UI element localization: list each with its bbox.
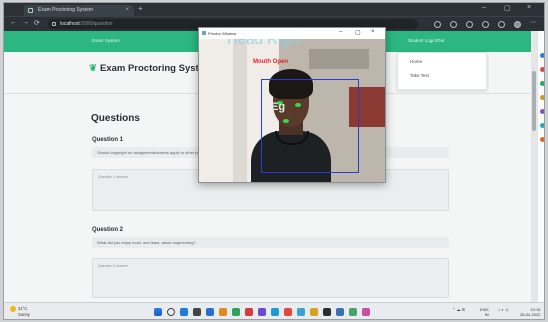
extensions-icon[interactable]: [498, 21, 505, 28]
dropdown-item-home[interactable]: Home: [398, 53, 486, 67]
collections-icon[interactable]: [482, 21, 489, 28]
minimize-button[interactable]: –: [482, 4, 486, 11]
close-window-button[interactable]: ×: [527, 4, 531, 11]
taskbar-app-icon[interactable]: [362, 308, 370, 316]
window-app-icon: [202, 31, 206, 35]
brand-title: Exam Proctoring System: [99, 63, 213, 74]
sidebar-app-icon[interactable]: [540, 53, 544, 58]
weather-widget[interactable]: 31°C Sunny: [10, 306, 30, 317]
leaf-icon: ❦: [89, 63, 97, 74]
tab-close-icon[interactable]: ×: [125, 5, 129, 16]
new-tab-button[interactable]: +: [138, 4, 143, 13]
forward-button[interactable]: →: [22, 19, 29, 26]
head-pose-overlay-text: Head Right: [227, 39, 303, 48]
taskbar-app-icon[interactable]: [323, 308, 331, 316]
camera-window-titlebar[interactable]: Proctor Window – ▢ ×: [199, 28, 385, 39]
tray-icons[interactable]: ⌃ ☁ ✉: [452, 307, 465, 312]
info-icon[interactable]: [52, 22, 56, 26]
nav-dropdown-menu: Home Take Test: [397, 52, 487, 90]
favorites-icon[interactable]: [466, 21, 473, 28]
nav-exam-system[interactable]: Exam System: [92, 38, 120, 43]
background-shelf: [309, 49, 369, 69]
taskbar-app-icon[interactable]: [258, 308, 266, 316]
face-detection-box: [261, 79, 359, 173]
taskbar-app-icon[interactable]: [336, 308, 344, 316]
taskbar-app-icon[interactable]: [206, 308, 214, 316]
tray-region: IN: [484, 312, 489, 317]
taskbar-app-icon[interactable]: [232, 308, 240, 316]
answer-textarea[interactable]: Question 2 answer: [92, 258, 449, 298]
more-menu-icon[interactable]: ⋯: [530, 19, 537, 26]
taskbar-app-icon[interactable]: [180, 308, 188, 316]
camera-window-title: Proctor Window: [208, 31, 237, 36]
search-icon[interactable]: [167, 308, 175, 316]
profile-avatar-icon[interactable]: [514, 21, 521, 28]
url-host: localhost: [60, 21, 80, 27]
camera-minimize-button[interactable]: –: [339, 29, 342, 35]
taskbar-app-icon[interactable]: [310, 308, 318, 316]
page-title: Questions: [91, 113, 140, 124]
browser-tab[interactable]: Exam Proctoring System ×: [24, 5, 134, 16]
camera-maximize-button[interactable]: ▢: [355, 29, 361, 36]
weather-temp: 31°C: [18, 306, 28, 312]
camera-close-button[interactable]: ×: [371, 29, 375, 35]
extension-icon[interactable]: [450, 21, 457, 28]
taskbar-app-icon[interactable]: [284, 308, 292, 316]
sidebar-app-icon[interactable]: [540, 123, 544, 128]
maximize-button[interactable]: ▢: [504, 4, 511, 12]
site-favicon-icon: [28, 8, 33, 13]
tab-title: Exam Proctoring System: [38, 7, 94, 13]
clock-date: 28-04-2022: [520, 312, 541, 317]
start-button[interactable]: [154, 308, 162, 316]
face-overlay-text: Eg: [271, 101, 286, 113]
screen: Exam Proctoring System × + – ▢ × ← → ⟳ l…: [3, 2, 545, 320]
taskbar-app-icon[interactable]: [219, 308, 227, 316]
site-brand[interactable]: ❦ Exam Proctoring System: [89, 63, 212, 74]
nav-student-login[interactable]: Student Login/Out: [408, 38, 444, 43]
background-pillar: [233, 39, 247, 182]
language-indicator[interactable]: ENG IN: [480, 307, 489, 317]
browser-sidebar: [537, 31, 544, 302]
question-label: Question 1: [92, 137, 124, 143]
sidebar-app-icon[interactable]: [540, 67, 544, 72]
sidebar-app-icon[interactable]: [540, 95, 544, 100]
extension-icon[interactable]: [434, 21, 441, 28]
clock[interactable]: 10:15 28-04-2022: [520, 307, 540, 317]
taskbar-app-icon[interactable]: [193, 308, 201, 316]
url-path: :5000/question: [79, 21, 113, 27]
back-button[interactable]: ←: [10, 19, 17, 26]
weather-desc: Sunny: [18, 312, 30, 317]
dropdown-item-take-test[interactable]: Take Test: [398, 67, 486, 81]
webcam-feed: Head Right Mouth Open Eg: [199, 39, 385, 182]
mouth-status-overlay-text: Mouth Open: [253, 59, 288, 65]
taskbar-app-icon[interactable]: [297, 308, 305, 316]
sidebar-app-icon[interactable]: [540, 137, 544, 142]
question-text: What did you enjoy most, and least, abou…: [92, 237, 449, 248]
taskbar-app-icon[interactable]: [349, 308, 357, 316]
windows-taskbar: 31°C Sunny ⌃ ☁ ✉ ENG IN ⌂ ◐ ◁ 10:15 28-0…: [4, 302, 544, 319]
proctor-camera-window[interactable]: Proctor Window – ▢ × Head Right Mouth Op…: [198, 27, 386, 183]
question-label: Question 2: [92, 227, 124, 233]
taskbar-app-icon[interactable]: [245, 308, 253, 316]
sidebar-app-icon[interactable]: [540, 81, 544, 86]
browser-tab-bar: Exam Proctoring System × + – ▢ ×: [4, 3, 544, 16]
system-tray-status[interactable]: ⌂ ◐ ◁: [498, 307, 508, 312]
taskbar-app-icon[interactable]: [271, 308, 279, 316]
scrollbar-thumb[interactable]: [532, 71, 536, 131]
sidebar-app-icon[interactable]: [540, 109, 544, 114]
reload-button[interactable]: ⟳: [34, 19, 40, 27]
